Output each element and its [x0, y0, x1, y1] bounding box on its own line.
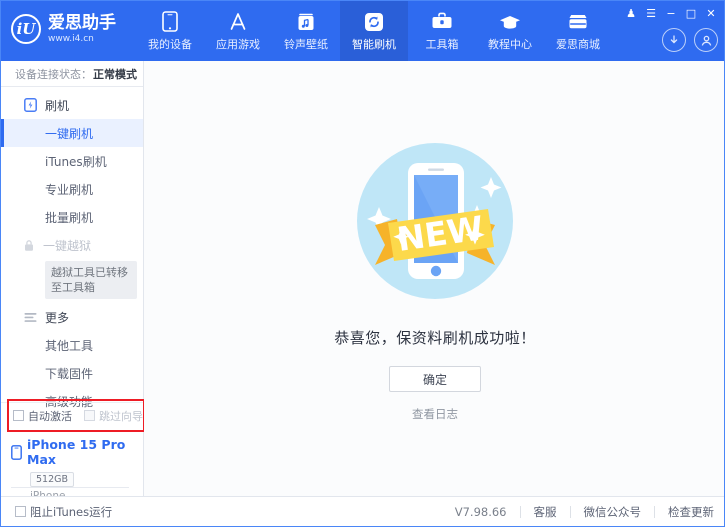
success-message: 恭喜您，保资料刷机成功啦！: [334, 329, 536, 347]
sidebar-item-one-key-flash[interactable]: 一键刷机: [1, 119, 143, 147]
sidebar-item-label: 其他工具: [45, 338, 94, 353]
minimize-icon[interactable]: −: [662, 5, 680, 21]
skip-wizard-label: 跳过向导: [99, 409, 143, 423]
account-icon[interactable]: [694, 28, 718, 52]
customer-service-link[interactable]: 客服: [534, 504, 557, 520]
maximize-icon[interactable]: □: [682, 5, 700, 21]
toolbox-icon: [431, 11, 453, 33]
sidebar-item-label: 专业刷机: [45, 182, 94, 197]
nav-label: 工具箱: [425, 37, 459, 51]
sidebar-options: 自动激活 跳过向导: [1, 402, 144, 428]
menu-icon[interactable]: ☰: [642, 5, 660, 21]
version-label: V7.98.66: [454, 504, 507, 519]
sidebar-item-label: 一键刷机: [45, 126, 94, 141]
music-icon: [297, 11, 315, 33]
nav-item-tutorial-center[interactable]: 教程中心: [476, 1, 544, 61]
theme-shirt-icon[interactable]: ♟: [622, 5, 640, 21]
sidebar-item-batch-flash[interactable]: 批量刷机: [1, 203, 143, 231]
checkbox-box: [84, 410, 95, 421]
nav-label: 应用游戏: [216, 37, 260, 51]
confirm-button[interactable]: 确定: [389, 366, 481, 392]
window-controls: ♟ ☰ − □ ✕: [622, 5, 720, 21]
sidebar-item-download-firmware[interactable]: 下载固件: [1, 359, 143, 387]
device-capacity-badge: 512GB: [30, 472, 75, 487]
nav-item-toolbox[interactable]: 工具箱: [408, 1, 476, 61]
check-update-link[interactable]: 检查更新: [668, 504, 714, 520]
status-bar: 阻止iTunes运行 V7.98.66 客服 微信公众号 检查更新: [1, 496, 724, 526]
logo-subtitle: www.i4.cn: [48, 33, 94, 44]
device-name-row: iPhone 15 Pro Max: [11, 437, 144, 467]
sidebar-section-flash: 刷机: [1, 91, 143, 119]
device-name: iPhone 15 Pro Max: [27, 437, 126, 467]
wechat-official-link[interactable]: 微信公众号: [584, 504, 642, 520]
graduation-cap-icon: [499, 11, 521, 33]
nav-label: 教程中心: [488, 37, 532, 51]
app-window: iU 爱思助手 www.i4.cn 我的设备 应用游戏 铃声壁纸 智能刷机 工具…: [0, 0, 725, 527]
main-navigation: 我的设备 应用游戏 铃声壁纸 智能刷机 工具箱 教程中心 爱思商城: [136, 1, 612, 61]
sidebar-item-pro-flash[interactable]: 专业刷机: [1, 175, 143, 203]
nav-item-store[interactable]: 爱思商城: [544, 1, 612, 61]
appstore-icon: [228, 11, 248, 33]
checkbox-box: [13, 410, 24, 421]
logo-mark-icon: iU: [11, 14, 41, 44]
main-content: NEW 恭喜您，保资料刷机成功啦！ 确定 查看日志: [144, 61, 724, 496]
connection-status-value: 正常模式: [93, 67, 137, 81]
phone-icon: [11, 444, 22, 460]
nav-item-ringtones-wallpaper[interactable]: 铃声壁纸: [272, 1, 340, 61]
success-panel: NEW 恭喜您，保资料刷机成功啦！ 确定 查看日志: [144, 121, 724, 422]
block-itunes-checkbox[interactable]: 阻止iTunes运行: [15, 504, 112, 520]
status-bar-right: V7.98.66 客服 微信公众号 检查更新: [455, 504, 714, 520]
nav-label: 铃声壁纸: [284, 37, 328, 51]
sidebar-section-title: 更多: [45, 310, 70, 325]
sidebar-item-one-key-jailbreak: 一键越狱: [1, 231, 143, 259]
logo-text: 爱思助手 www.i4.cn: [48, 12, 116, 44]
phone-icon: [162, 11, 178, 33]
nav-label: 我的设备: [148, 37, 192, 51]
logo-title: 爱思助手: [48, 12, 116, 33]
divider: [11, 487, 129, 488]
header-action-buttons: [662, 28, 718, 52]
list-icon: [23, 310, 37, 324]
refresh-icon: [364, 11, 384, 33]
nav-label: 爱思商城: [556, 37, 600, 51]
app-logo: iU 爱思助手 www.i4.cn: [11, 14, 116, 44]
nav-item-apps-games[interactable]: 应用游戏: [204, 1, 272, 61]
flash-phone-icon: [23, 98, 37, 112]
new-phone-badge-illustration: NEW: [335, 121, 535, 321]
connection-status-label: 设备连接状态：: [15, 67, 92, 81]
sidebar-item-label: 批量刷机: [45, 210, 94, 225]
divider: [654, 505, 655, 518]
download-icon[interactable]: [662, 28, 686, 52]
divider: [519, 505, 521, 518]
sidebar-item-label: 下载固件: [45, 366, 94, 381]
sidebar-item-label: 一键越狱: [43, 238, 92, 253]
nav-item-smart-flash[interactable]: 智能刷机: [340, 1, 408, 61]
sidebar-item-itunes-flash[interactable]: iTunes刷机: [1, 147, 143, 175]
block-itunes-label: 阻止iTunes运行: [30, 504, 113, 519]
sidebar: 设备连接状态： 正常模式 刷机 一键刷机 iTunes刷机 专业刷机 批量刷机 一…: [1, 61, 145, 502]
device-card[interactable]: iPhone 15 Pro Max 512GB iPhone: [1, 432, 144, 502]
sidebar-item-label: iTunes刷机: [45, 154, 107, 169]
auto-activate-checkbox[interactable]: 自动激活: [13, 408, 72, 424]
skip-wizard-checkbox: 跳过向导: [84, 408, 143, 424]
store-icon: [567, 11, 589, 33]
view-log-link[interactable]: 查看日志: [412, 406, 458, 422]
checkbox-box: [15, 506, 26, 517]
app-header: iU 爱思助手 www.i4.cn 我的设备 应用游戏 铃声壁纸 智能刷机 工具…: [1, 1, 724, 61]
nav-item-my-device[interactable]: 我的设备: [136, 1, 204, 61]
sidebar-item-other-tools[interactable]: 其他工具: [1, 331, 143, 359]
sidebar-section-title: 刷机: [45, 98, 70, 113]
auto-activate-label: 自动激活: [28, 409, 72, 423]
jailbreak-moved-tooltip: 越狱工具已转移至工具箱: [45, 261, 137, 299]
nav-label: 智能刷机: [352, 37, 396, 51]
connection-status: 设备连接状态： 正常模式: [1, 61, 143, 87]
divider: [569, 505, 571, 518]
close-icon[interactable]: ✕: [702, 5, 720, 21]
lock-icon: [23, 239, 35, 252]
sidebar-section-more: 更多: [1, 303, 143, 331]
